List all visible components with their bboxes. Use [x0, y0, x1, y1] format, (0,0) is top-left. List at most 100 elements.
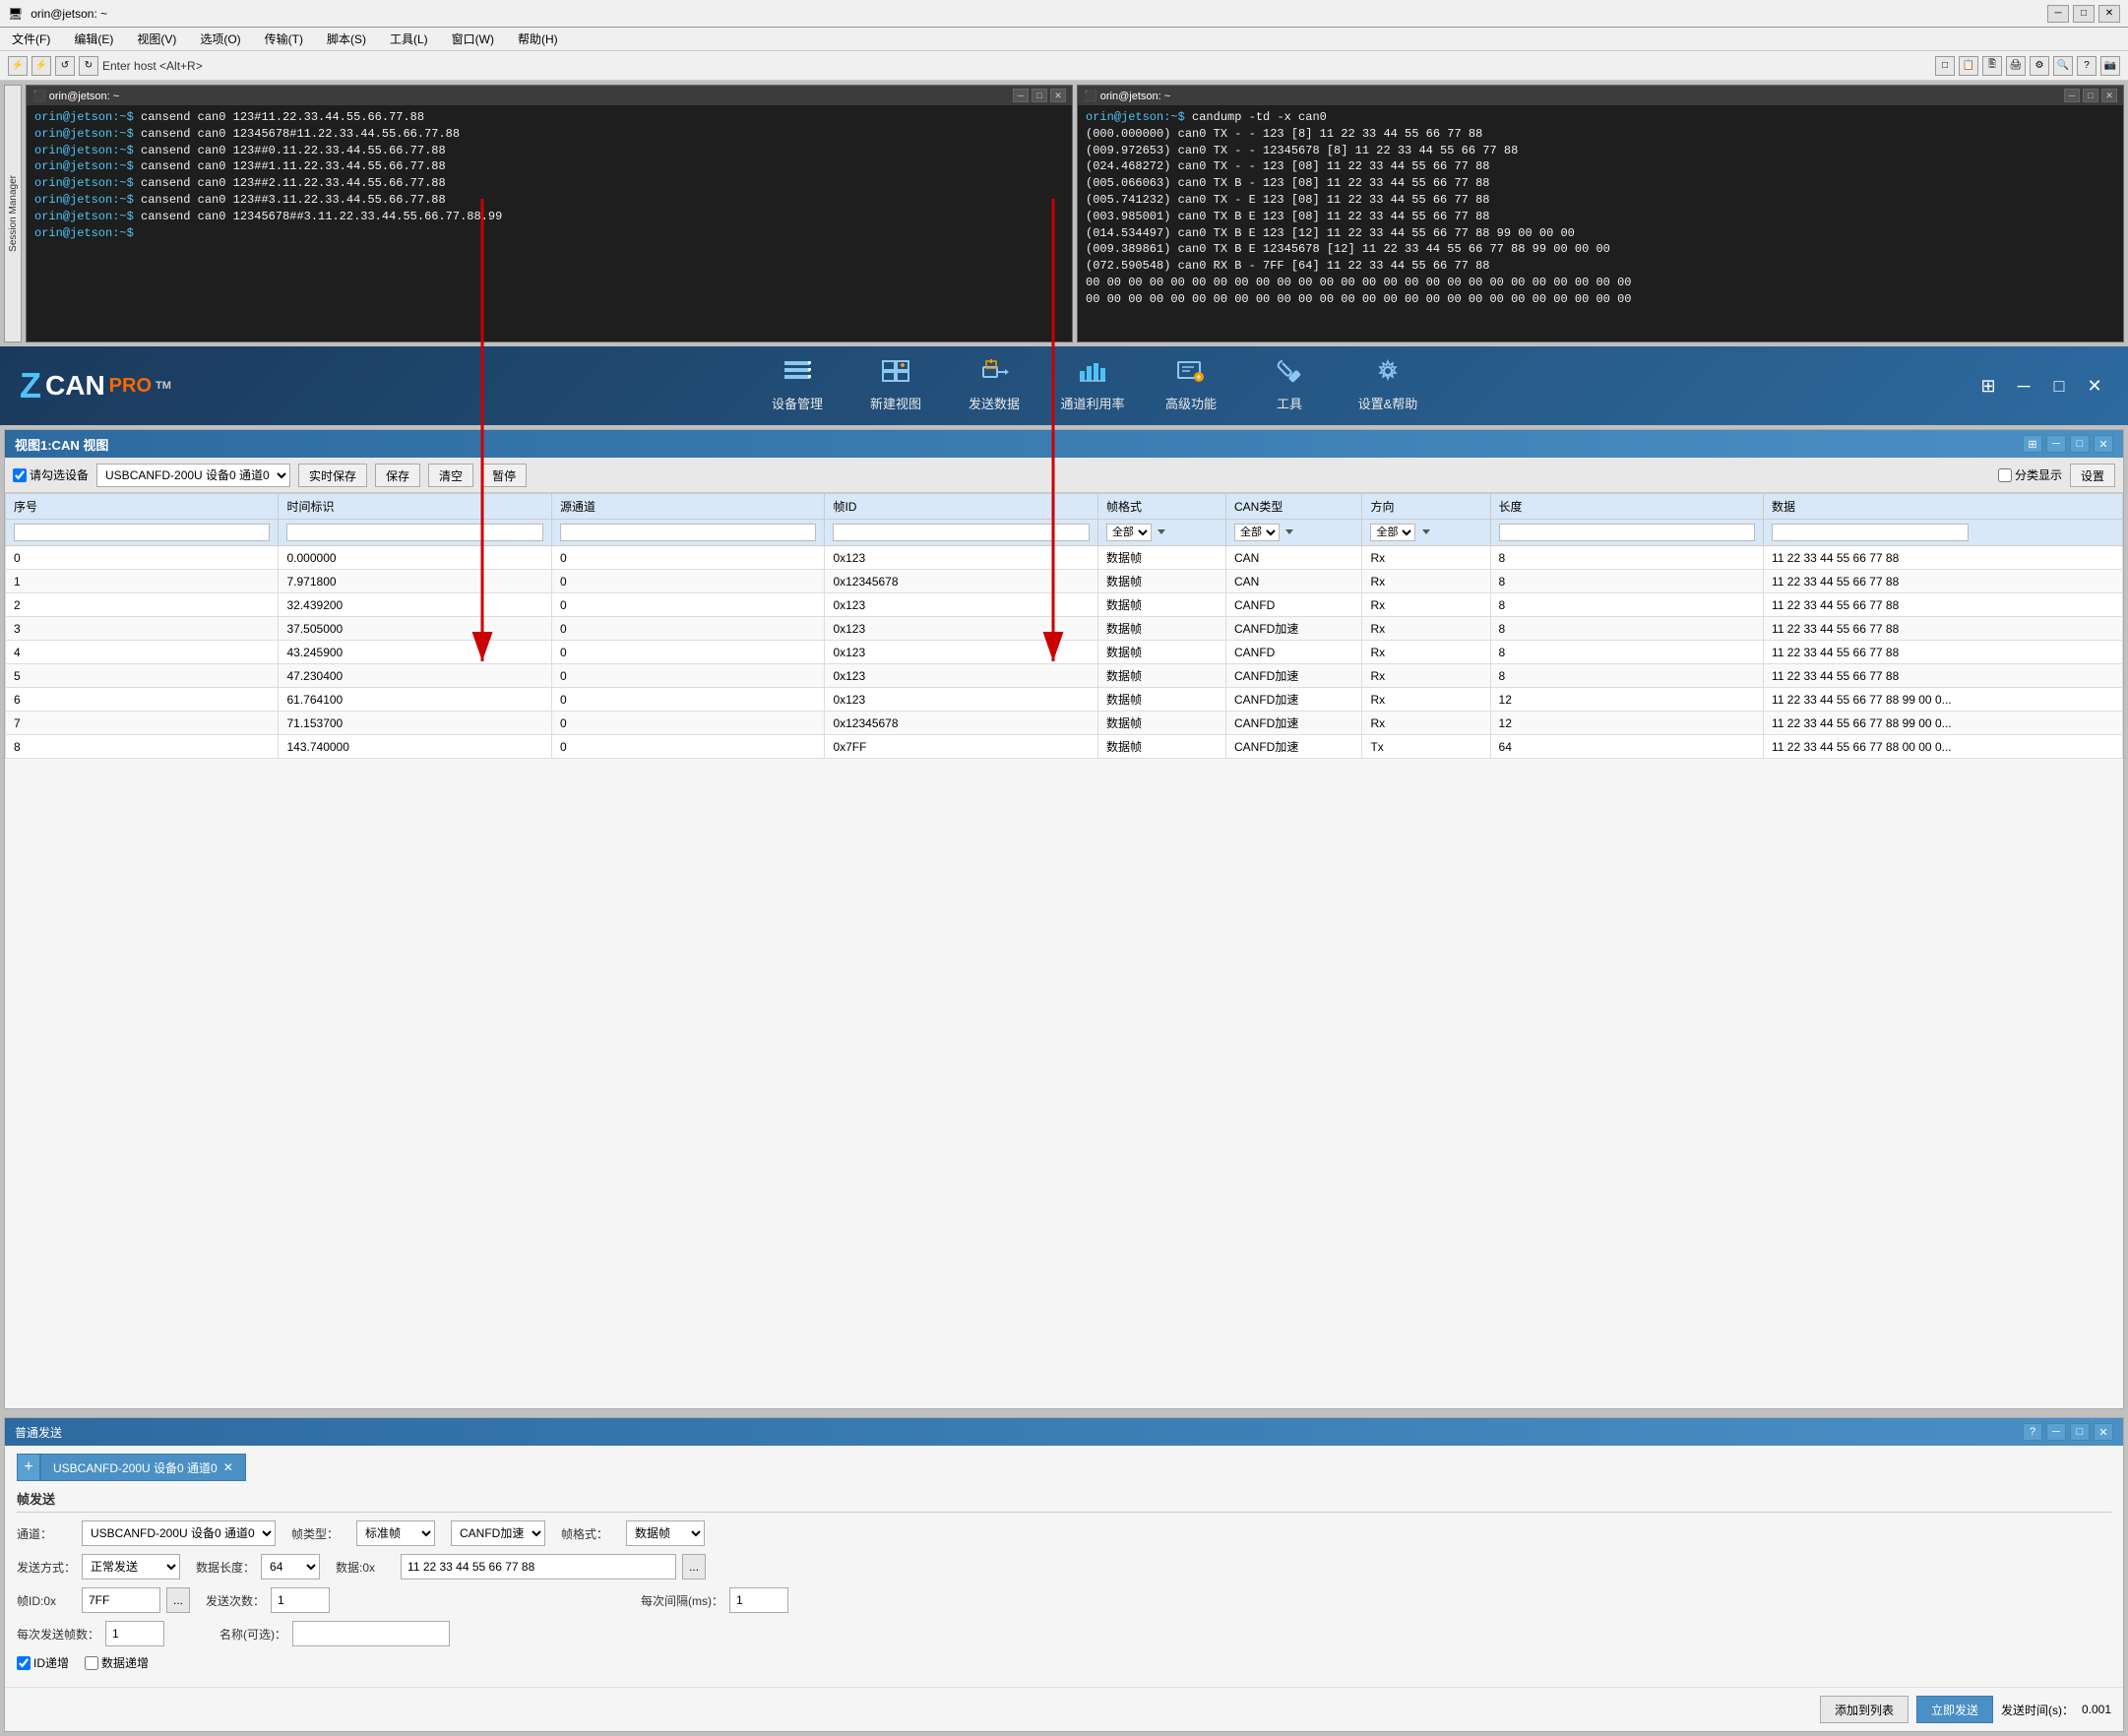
toolbar-btn-8[interactable]: 🖨 — [2006, 56, 2026, 76]
maximize-button[interactable]: □ — [2073, 5, 2095, 23]
header-maximize-btn[interactable]: □ — [2045, 372, 2073, 400]
term-left-maximize[interactable]: □ — [1032, 89, 1047, 102]
toolbar-btn-10[interactable]: 🔍 — [2053, 56, 2073, 76]
realtime-save-btn[interactable]: 实时保存 — [298, 464, 367, 487]
header-close-btn[interactable]: ✕ — [2081, 372, 2108, 400]
frame-format-select[interactable]: 数据帧 — [626, 1520, 705, 1546]
data-length-select[interactable]: 64 — [261, 1554, 320, 1580]
data-increment-label[interactable]: 数据递增 — [85, 1654, 149, 1671]
can-view-minimize-btn[interactable]: ─ — [2046, 435, 2066, 453]
send-panel-maximize-btn[interactable]: □ — [2070, 1423, 2090, 1441]
table-row[interactable]: 00.00000000x123数据帧CANRx811 22 33 44 55 6… — [6, 546, 2123, 570]
filter-frame-id-input[interactable] — [833, 524, 1089, 541]
toolbar-btn-4[interactable]: ↻ — [79, 56, 98, 76]
send-panel-help-btn[interactable]: ? — [2023, 1423, 2042, 1441]
send-panel-close-btn[interactable]: ✕ — [2094, 1423, 2113, 1441]
send-mode-select[interactable]: 正常发送 — [82, 1554, 180, 1580]
toolbar-btn-7[interactable]: 🖺 — [1982, 56, 2002, 76]
frame-id-browse-btn[interactable]: ... — [166, 1587, 190, 1613]
table-scroll[interactable]: 序号 时间标识 源通道 帧ID 帧格式 CAN类型 方向 长度 数据 — [5, 493, 2123, 1408]
toolbar-btn-12[interactable]: 📷 — [2100, 56, 2120, 76]
table-row[interactable]: 771.15370000x12345678数据帧CANFD加速Rx1211 22… — [6, 712, 2123, 735]
nav-device-management[interactable]: 设备管理 — [763, 359, 832, 412]
classify-checkbox-label[interactable]: 分类显示 — [1998, 466, 2062, 483]
interval-input[interactable] — [729, 1587, 788, 1613]
term-right-maximize[interactable]: □ — [2083, 89, 2098, 102]
menu-options[interactable]: 选项(O) — [196, 29, 244, 49]
data-increment-checkbox[interactable] — [85, 1656, 98, 1670]
filter-length-input[interactable] — [1499, 524, 1755, 541]
toolbar-btn-1[interactable]: ⚡ — [8, 56, 28, 76]
frame-type-select[interactable]: 标准帧 — [356, 1520, 435, 1546]
send-count-input[interactable] — [271, 1587, 330, 1613]
send-tab-close[interactable]: ✕ — [223, 1460, 233, 1474]
minimize-button[interactable]: ─ — [2047, 5, 2069, 23]
term-right-minimize[interactable]: ─ — [2064, 89, 2080, 102]
canfd-select[interactable]: CANFD加速 — [451, 1520, 545, 1546]
menu-tools[interactable]: 工具(L) — [386, 29, 432, 49]
nav-tools[interactable]: 工具 — [1255, 359, 1324, 412]
id-increment-label[interactable]: ID递增 — [17, 1654, 69, 1671]
filter-direction-select[interactable]: 全部 — [1370, 524, 1415, 541]
send-now-btn[interactable]: 立即发送 — [1916, 1696, 1993, 1723]
close-button[interactable]: ✕ — [2098, 5, 2120, 23]
table-settings-btn[interactable]: 设置 — [2070, 464, 2115, 487]
filter-can-type-select[interactable]: 全部 — [1234, 524, 1280, 541]
menu-transfer[interactable]: 传输(T) — [261, 29, 307, 49]
filter-data-input[interactable] — [1772, 524, 1969, 541]
table-row[interactable]: 17.97180000x12345678数据帧CANRx811 22 33 44… — [6, 570, 2123, 593]
table-row[interactable]: 547.23040000x123数据帧CANFD加速Rx811 22 33 44… — [6, 664, 2123, 688]
filter-channel-input[interactable] — [560, 524, 816, 541]
toolbar-btn-2[interactable]: ⚡ — [31, 56, 51, 76]
pause-btn[interactable]: 暂停 — [481, 464, 527, 487]
can-view-close-btn[interactable]: ✕ — [2094, 435, 2113, 453]
add-tab-btn[interactable]: + — [17, 1454, 40, 1481]
term-left-minimize[interactable]: ─ — [1013, 89, 1029, 102]
id-increment-checkbox[interactable] — [17, 1656, 31, 1670]
toolbar-btn-3[interactable]: ↺ — [55, 56, 75, 76]
table-row[interactable]: 8143.74000000x7FF数据帧CANFD加速Tx6411 22 33 … — [6, 735, 2123, 759]
menu-edit[interactable]: 编辑(E) — [70, 29, 117, 49]
table-row[interactable]: 443.24590000x123数据帧CANFDRx811 22 33 44 5… — [6, 641, 2123, 664]
filter-seq-input[interactable] — [14, 524, 270, 541]
per-send-input[interactable] — [105, 1621, 164, 1646]
device-checkbox[interactable] — [13, 468, 27, 482]
save-btn[interactable]: 保存 — [375, 464, 420, 487]
filter-time-input[interactable] — [286, 524, 542, 541]
nav-channel-util[interactable]: 通道利用率 — [1058, 359, 1127, 412]
menu-view[interactable]: 视图(V) — [133, 29, 180, 49]
device-checkbox-label[interactable]: 请勾选设备 — [13, 466, 89, 483]
table-row[interactable]: 661.76410000x123数据帧CANFD加速Rx1211 22 33 4… — [6, 688, 2123, 712]
menu-help[interactable]: 帮助(H) — [514, 29, 562, 49]
header-grid-btn[interactable]: ⊞ — [1974, 372, 2002, 400]
toolbar-btn-11[interactable]: ? — [2077, 56, 2097, 76]
nav-new-view[interactable]: 新建视图 — [861, 359, 930, 412]
term-left-close[interactable]: ✕ — [1050, 89, 1066, 102]
data-hex-browse-btn[interactable]: ... — [682, 1554, 706, 1580]
channel-select[interactable]: USBCANFD-200U 设备0 通道0 — [82, 1520, 276, 1546]
device-select[interactable]: USBCANFD-200U 设备0 通道0 — [96, 464, 290, 487]
nav-settings[interactable]: 设置&帮助 — [1353, 359, 1422, 412]
add-to-list-btn[interactable]: 添加到列表 — [1820, 1696, 1909, 1723]
menu-window[interactable]: 窗口(W) — [448, 29, 498, 49]
can-view-maximize-btn[interactable]: □ — [2070, 435, 2090, 453]
data-hex-input[interactable] — [401, 1554, 676, 1580]
toolbar-btn-5[interactable]: □ — [1935, 56, 1955, 76]
can-view-expand-btn[interactable]: ⊞ — [2023, 435, 2042, 453]
classify-checkbox[interactable] — [1998, 468, 2012, 482]
table-row[interactable]: 232.43920000x123数据帧CANFDRx811 22 33 44 5… — [6, 593, 2123, 617]
filter-frame-format-select[interactable]: 全部 — [1106, 524, 1152, 541]
send-tab-item[interactable]: USBCANFD-200U 设备0 通道0 ✕ — [40, 1454, 246, 1481]
nav-advanced[interactable]: 高级功能 — [1157, 359, 1225, 412]
toolbar-btn-9[interactable]: ⚙ — [2030, 56, 2049, 76]
menu-file[interactable]: 文件(F) — [8, 29, 54, 49]
nav-send-data[interactable]: 发送数据 — [960, 359, 1029, 412]
clear-btn[interactable]: 清空 — [428, 464, 473, 487]
send-panel-minimize-btn[interactable]: ─ — [2046, 1423, 2066, 1441]
toolbar-btn-6[interactable]: 📋 — [1959, 56, 1978, 76]
name-input[interactable] — [292, 1621, 450, 1646]
table-row[interactable]: 337.50500000x123数据帧CANFD加速Rx811 22 33 44… — [6, 617, 2123, 641]
term-right-close[interactable]: ✕ — [2101, 89, 2117, 102]
frame-id-input[interactable] — [82, 1587, 160, 1613]
header-minimize-btn[interactable]: ─ — [2010, 372, 2037, 400]
